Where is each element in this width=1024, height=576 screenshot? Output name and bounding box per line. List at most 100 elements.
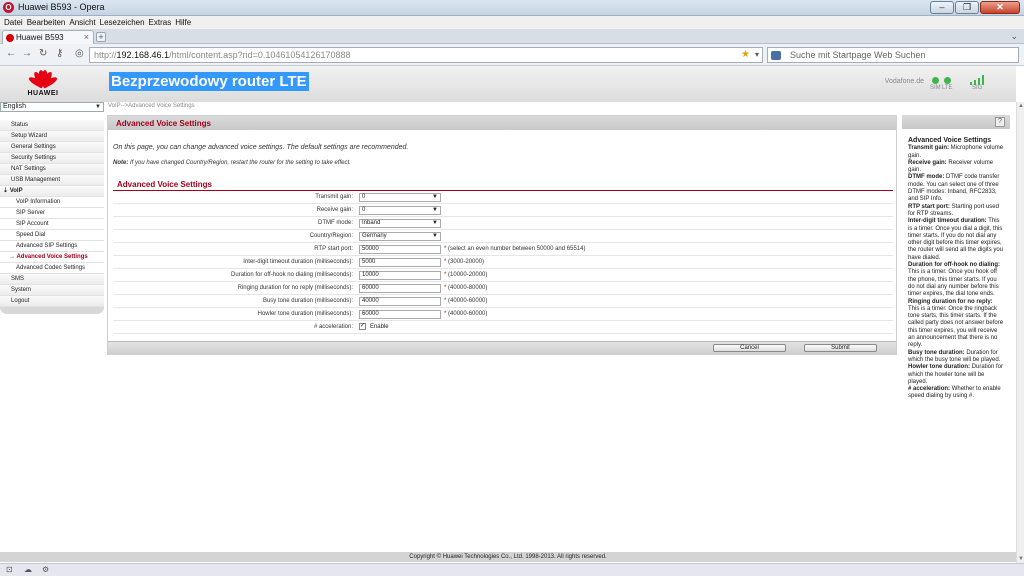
sidebar-item-setup-wizard[interactable]: Setup Wizard bbox=[0, 131, 104, 142]
sidebar-item-logout[interactable]: Logout bbox=[0, 296, 104, 307]
huawei-favicon-icon bbox=[6, 34, 14, 42]
sim-label: SIM bbox=[930, 85, 941, 91]
form-row-busy-tone: Busy tone duration (milliseconds): 40000… bbox=[113, 295, 893, 308]
form-row-country-region: Country/Region: Germany ▼ bbox=[113, 230, 893, 243]
url-dropdown-icon[interactable]: ▾ bbox=[755, 50, 759, 59]
back-arrow-icon[interactable]: ← bbox=[6, 48, 16, 59]
sidebar-item-advanced-voice-label: Advanced Voice Settings bbox=[16, 254, 88, 260]
sidebar-item-speed-dial[interactable]: Speed Dial bbox=[0, 230, 104, 241]
sidebar-item-security-settings[interactable]: Security Settings bbox=[0, 153, 104, 164]
site-info-icon[interactable]: ◎ bbox=[75, 48, 84, 59]
field-hint: * (10000-20000) bbox=[444, 272, 487, 278]
section-title: Advanced Voice Settings bbox=[117, 180, 212, 189]
minimize-button[interactable]: – bbox=[930, 1, 954, 14]
tab-label: Huawei B593 bbox=[16, 33, 64, 42]
panel-header: Advanced Voice Settings bbox=[108, 116, 896, 130]
offhook-no-dialing-input[interactable]: 10000 bbox=[359, 271, 441, 280]
note-text: Note: If you have changed Country/Region… bbox=[113, 160, 351, 166]
help-term: Busy tone duration: bbox=[908, 349, 965, 356]
sidebar-item-sip-server[interactable]: SIP Server bbox=[0, 208, 104, 219]
help-title: Advanced Voice Settings bbox=[908, 137, 992, 144]
sidebar-item-usb-management[interactable]: USB Management bbox=[0, 175, 104, 186]
country-region-select[interactable]: Germany ▼ bbox=[359, 232, 441, 241]
copyright-footer: Copyright © Huawei Technologies Co., Ltd… bbox=[0, 552, 1016, 562]
checkbox-label[interactable]: Enable bbox=[370, 324, 389, 330]
help-entry: Duration for off-hook no dialing: This i… bbox=[908, 262, 1004, 298]
menu-bearbeiten[interactable]: Bearbeiten bbox=[27, 16, 70, 29]
search-placeholder: Suche mit Startpage Web Suchen bbox=[790, 50, 926, 60]
field-label: Duration for off-hook no dialing (millis… bbox=[231, 272, 353, 278]
menu-extras[interactable]: Extras bbox=[149, 16, 176, 29]
search-field[interactable]: Suche mit Startpage Web Suchen bbox=[767, 47, 1019, 63]
sidebar-item-advanced-voice-settings[interactable]: → Advanced Voice Settings bbox=[0, 252, 104, 263]
ringing-no-reply-input[interactable]: 60000 bbox=[359, 284, 441, 293]
help-body: Advanced Voice Settings Transmit gain: M… bbox=[902, 129, 1010, 401]
language-select[interactable]: English ▼ bbox=[0, 102, 104, 112]
panel-toggle-icon[interactable]: ⊡ bbox=[6, 565, 13, 574]
menu-hilfe[interactable]: Hilfe bbox=[175, 16, 195, 29]
new-tab-button[interactable]: + bbox=[96, 32, 106, 42]
turbo-cloud-icon[interactable]: ☁ bbox=[24, 565, 32, 574]
sidebar-item-sip-account[interactable]: SIP Account bbox=[0, 219, 104, 230]
submit-button[interactable]: Submit bbox=[804, 344, 877, 352]
inter-digit-timeout-input[interactable]: 5000 bbox=[359, 258, 441, 267]
help-question-icon[interactable]: ? bbox=[995, 117, 1005, 127]
search-engine-icon[interactable] bbox=[771, 51, 781, 60]
sidebar-item-general-settings[interactable]: General Settings bbox=[0, 142, 104, 153]
window-controls: – ❐ ✕ bbox=[930, 1, 1020, 14]
address-toolbar: ← → ↻ ⚷ ◎ http://192.168.46.1/html/conte… bbox=[0, 44, 1024, 66]
form-row-ringing-no-reply: Ringing duration for no reply (milliseco… bbox=[113, 282, 893, 295]
scroll-up-arrow-icon[interactable]: ▲ bbox=[1018, 103, 1024, 109]
required-mark: * bbox=[444, 311, 447, 317]
url-field[interactable]: http://192.168.46.1/html/content.asp?rid… bbox=[89, 47, 763, 63]
form-row-hash-acceleration: # acceleration: ✓ Enable bbox=[113, 321, 893, 334]
rtp-start-port-input[interactable]: 50000 bbox=[359, 245, 441, 254]
action-bar: Cancel Submit bbox=[108, 341, 896, 354]
help-text: This is a timer. Once you dial a digit, … bbox=[908, 218, 1004, 261]
scroll-down-arrow-icon[interactable]: ▼ bbox=[1018, 556, 1024, 562]
help-entry: Ringing duration for no reply: This is a… bbox=[908, 299, 1004, 350]
sidebar-item-advanced-sip-settings[interactable]: Advanced SIP Settings bbox=[0, 241, 104, 252]
help-term: RTP start port: bbox=[908, 203, 950, 210]
menu-datei[interactable]: Datei bbox=[4, 16, 27, 29]
dtmf-mode-select[interactable]: Inband ▼ bbox=[359, 219, 441, 228]
menu-ansicht[interactable]: Ansicht bbox=[69, 16, 99, 29]
help-entry: DTMF mode: DTMF code transfer mode. You … bbox=[908, 174, 1004, 203]
field-label: Howler tone duration (milliseconds): bbox=[257, 311, 353, 317]
help-text: This is a timer. Once you hook off the p… bbox=[908, 269, 999, 298]
hash-acceleration-checkbox[interactable]: ✓ bbox=[359, 323, 366, 330]
sidebar-item-nat-settings[interactable]: NAT Settings bbox=[0, 164, 104, 175]
tab-close-icon[interactable]: × bbox=[84, 32, 89, 42]
forward-arrow-icon[interactable]: → bbox=[22, 48, 32, 59]
cancel-button[interactable]: Cancel bbox=[713, 344, 786, 352]
page-scrollbar[interactable]: ▲ ▼ bbox=[1016, 102, 1024, 563]
tab-huawei[interactable]: Huawei B593 × bbox=[2, 30, 94, 44]
note-label: Note: bbox=[113, 160, 129, 166]
menu-lesezeichen[interactable]: Lesezeichen bbox=[100, 16, 149, 29]
maximize-button[interactable]: ❐ bbox=[955, 1, 979, 14]
sidebar-item-voip[interactable]: ⇣ VoIP bbox=[0, 186, 104, 197]
sidebar-item-voip-information[interactable]: VoIP Information bbox=[0, 197, 104, 208]
required-mark: * bbox=[444, 246, 447, 252]
sidebar-item-sms[interactable]: SMS bbox=[0, 274, 104, 285]
key-icon[interactable]: ⚷ bbox=[56, 48, 63, 59]
reload-icon[interactable]: ↻ bbox=[39, 48, 47, 59]
unite-icon[interactable]: ⚙ bbox=[42, 565, 49, 574]
field-label: RTP start port: bbox=[314, 246, 353, 252]
bookmark-star-icon[interactable]: ★ bbox=[741, 49, 750, 60]
sidebar-item-advanced-codec-settings[interactable]: Advanced Codec Settings bbox=[0, 263, 104, 274]
howler-tone-input[interactable]: 60000 bbox=[359, 310, 441, 319]
field-hint: * (40000-80000) bbox=[444, 285, 487, 291]
busy-tone-input[interactable]: 40000 bbox=[359, 297, 441, 306]
menu-bar: Datei Bearbeiten Ansicht Lesezeichen Ext… bbox=[0, 16, 1024, 29]
sidebar-footer bbox=[0, 307, 104, 314]
select-value: Inband bbox=[362, 220, 381, 226]
tab-menu-chevron-down-icon[interactable]: ⌄ bbox=[1010, 31, 1018, 42]
close-button[interactable]: ✕ bbox=[980, 1, 1020, 14]
sidebar-item-system[interactable]: System bbox=[0, 285, 104, 296]
chevron-down-icon: ▼ bbox=[95, 104, 101, 110]
sidebar-item-status[interactable]: Status bbox=[0, 120, 104, 131]
receive-gain-select[interactable]: 0 ▼ bbox=[359, 206, 441, 215]
signal-strength-icon bbox=[970, 75, 986, 85]
transmit-gain-select[interactable]: 0 ▼ bbox=[359, 193, 441, 202]
